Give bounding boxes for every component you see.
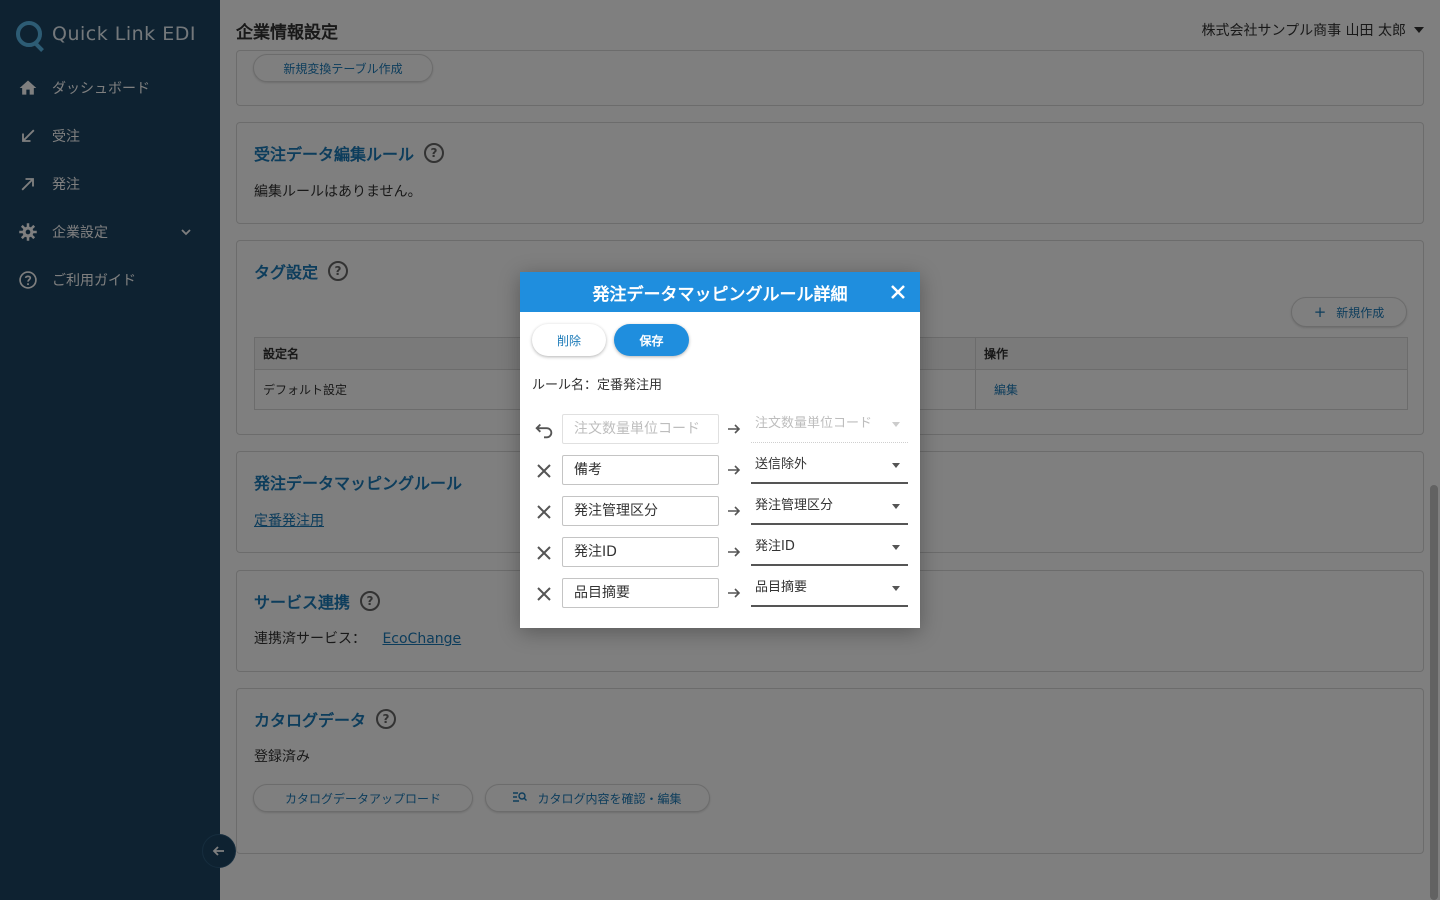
- close-icon[interactable]: [532, 582, 556, 606]
- source-field[interactable]: 品目摘要: [562, 578, 719, 608]
- source-field[interactable]: 発注ID: [562, 537, 719, 567]
- caret-down-icon: [892, 422, 900, 427]
- target-value: 発注管理区分: [755, 498, 834, 513]
- close-icon[interactable]: [888, 282, 908, 302]
- arrow-right-icon: [728, 465, 741, 475]
- mapping-row: 注文数量単位コード 注文数量単位コード: [520, 412, 920, 448]
- target-select[interactable]: 送信除外: [751, 453, 908, 484]
- target-value: 注文数量単位コード: [755, 416, 873, 431]
- target-select[interactable]: 発注ID: [751, 535, 908, 566]
- mapping-row: 発注ID 発注ID: [520, 535, 920, 571]
- target-value: 品目摘要: [755, 580, 808, 595]
- rule-name: ルール名：定番発注用: [532, 378, 663, 393]
- mapping-rule-dialog: 発注データマッピングルール詳細 削除 保存 ルール名：定番発注用 注文数量単位コ…: [520, 272, 920, 628]
- caret-down-icon: [892, 586, 900, 591]
- arrow-right-icon: [728, 547, 741, 557]
- source-field: 注文数量単位コード: [562, 414, 719, 444]
- target-select: 注文数量単位コード: [751, 412, 908, 443]
- target-select[interactable]: 品目摘要: [751, 576, 908, 607]
- arrow-right-icon: [728, 506, 741, 516]
- delete-button[interactable]: 削除: [532, 324, 606, 356]
- dialog-header: 発注データマッピングルール詳細: [520, 272, 920, 312]
- arrow-right-icon: [728, 424, 741, 434]
- close-icon[interactable]: [532, 500, 556, 524]
- caret-down-icon: [892, 504, 900, 509]
- arrow-right-icon: [728, 588, 741, 598]
- mapping-row: 品目摘要 品目摘要: [520, 576, 920, 612]
- target-value: 送信除外: [755, 457, 808, 472]
- mapping-row: 備考 送信除外: [520, 453, 920, 489]
- save-button[interactable]: 保存: [614, 324, 689, 356]
- target-value: 発注ID: [755, 539, 795, 554]
- caret-down-icon: [892, 463, 900, 468]
- mapping-row: 発注管理区分 発注管理区分: [520, 494, 920, 530]
- caret-down-icon: [892, 545, 900, 550]
- dialog-title: 発注データマッピングルール詳細: [592, 284, 848, 305]
- undo-icon[interactable]: [532, 418, 556, 442]
- source-field[interactable]: 発注管理区分: [562, 496, 719, 526]
- close-icon[interactable]: [532, 541, 556, 565]
- target-select[interactable]: 発注管理区分: [751, 494, 908, 525]
- source-field[interactable]: 備考: [562, 455, 719, 485]
- close-icon[interactable]: [532, 459, 556, 483]
